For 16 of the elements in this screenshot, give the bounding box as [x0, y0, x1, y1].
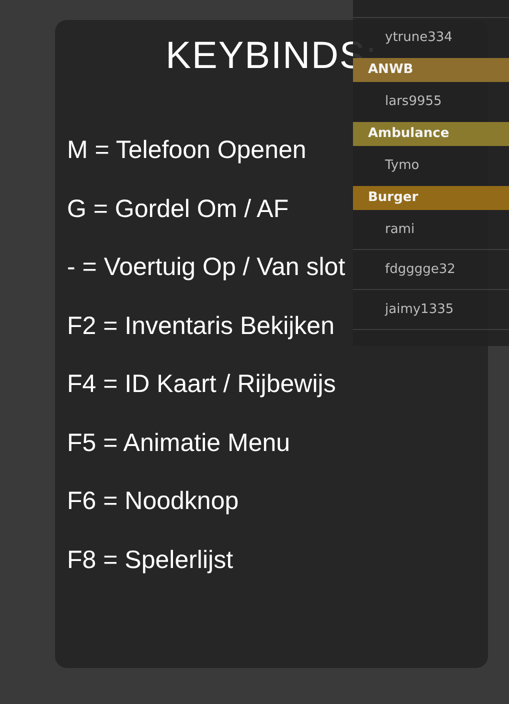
player-name: jaimy1335: [385, 302, 454, 317]
player-name: lars9955: [385, 94, 442, 109]
keybind-line: F6 = Noodknop: [67, 486, 239, 517]
keybind-line: F8 = Spelerlijst: [67, 544, 234, 576]
player-name: fdgggge32: [385, 262, 456, 277]
keybind-line: F5 = Animatie Menu: [67, 428, 290, 458]
group-header: Burger: [353, 186, 509, 210]
keybind-line: F4 = ID Kaart / Rijbewijs: [67, 369, 336, 400]
group-header: Ambulance: [353, 122, 509, 146]
keybind-line: M = Telefoon Openen: [67, 135, 306, 166]
player-name: ytrune334: [385, 30, 452, 45]
keybind-line: - = Voertuig Op / Van slot: [67, 252, 346, 283]
player-name: rami: [385, 222, 415, 237]
keybind-line: G = Gordel Om / AF: [67, 194, 289, 224]
keybind-line: F2 = Inventaris Bekijken: [67, 310, 334, 342]
player-name: Tymo: [385, 158, 420, 173]
